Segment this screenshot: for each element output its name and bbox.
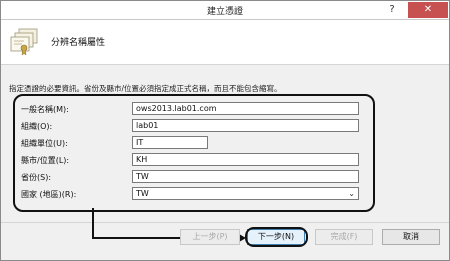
wizard-header: 分辨名稱屬性 bbox=[1, 20, 449, 65]
certificate-icon bbox=[10, 28, 38, 56]
finish-button[interactable]: 完成(F) bbox=[315, 229, 373, 245]
fields-highlight-frame bbox=[13, 94, 375, 212]
dialog-window: 建立憑證 ? ✕ 分辨名稱屬性 指定憑證的必要資訊。省份及縣市/位置必須指定成正… bbox=[0, 0, 450, 261]
instruction-text: 指定憑證的必要資訊。省份及縣市/位置必須指定成正式名稱，而且不能包含縮寫。 bbox=[9, 84, 282, 93]
cancel-button[interactable]: 取消 bbox=[382, 229, 440, 245]
back-button[interactable]: 上一步(P) bbox=[180, 229, 240, 245]
help-button[interactable]: ? bbox=[379, 2, 405, 18]
footer-divider bbox=[1, 222, 449, 223]
title-bar: 建立憑證 ? ✕ bbox=[1, 1, 449, 20]
next-button-highlight bbox=[245, 227, 308, 247]
page-title: 分辨名稱屬性 bbox=[51, 38, 106, 48]
button-bar: 上一步(P) 下一步(N) 完成(F) 取消 bbox=[1, 229, 449, 249]
close-button[interactable]: ✕ bbox=[408, 2, 448, 18]
